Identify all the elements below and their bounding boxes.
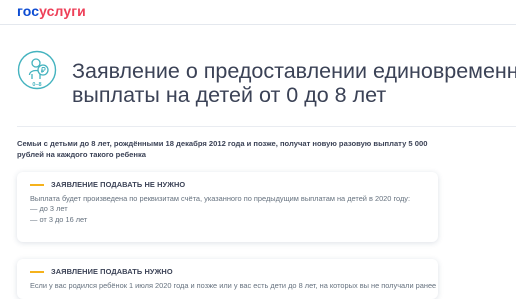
logo-part-gos: гос	[17, 3, 40, 19]
family-child-icon: 0–8	[17, 50, 57, 90]
page-title: Заявление о предоставлении единовременно…	[72, 59, 516, 107]
gosuslugi-logo[interactable]: госуслуги	[17, 3, 86, 19]
top-header: госуслуги	[0, 0, 516, 25]
page-title-line-2: выплаты на детей от 0 до 8 лет	[72, 83, 387, 107]
accent-bar	[30, 183, 44, 186]
card-header: ЗАЯВЛЕНИЕ ПОДАВАТЬ НУЖНО	[30, 267, 173, 276]
accent-bar	[30, 270, 44, 273]
info-card-application-required: ЗАЯВЛЕНИЕ ПОДАВАТЬ НУЖНО Если у вас роди…	[17, 259, 438, 299]
list-item: — от 3 до 16 лет	[30, 214, 88, 224]
section-divider	[17, 126, 516, 127]
page-title-line-1: Заявление о предоставлении единовременно…	[72, 59, 516, 83]
card-text: Выплата будет произведена по реквизитам …	[30, 194, 411, 203]
icon-age-label: 0–8	[32, 82, 41, 88]
info-card-no-application: ЗАЯВЛЕНИЕ ПОДАВАТЬ НЕ НУЖНО Выплата буде…	[17, 172, 438, 242]
list-item: — до 3 лет	[30, 204, 68, 214]
card-body: Выплата будет произведена по реквизитам …	[30, 194, 430, 225]
intro-text: Семьи с детьми до 8 лет, рождёнными 18 д…	[17, 139, 428, 159]
card-header: ЗАЯВЛЕНИЕ ПОДАВАТЬ НЕ НУЖНО	[30, 180, 185, 189]
card-title: ЗАЯВЛЕНИЕ ПОДАВАТЬ НУЖНО	[51, 267, 173, 276]
card-list: — до 3 лет — от 3 до 16 лет	[30, 204, 430, 225]
logo-part-uslugi: услуги	[39, 3, 86, 19]
card-title: ЗАЯВЛЕНИЕ ПОДАВАТЬ НЕ НУЖНО	[51, 180, 186, 189]
